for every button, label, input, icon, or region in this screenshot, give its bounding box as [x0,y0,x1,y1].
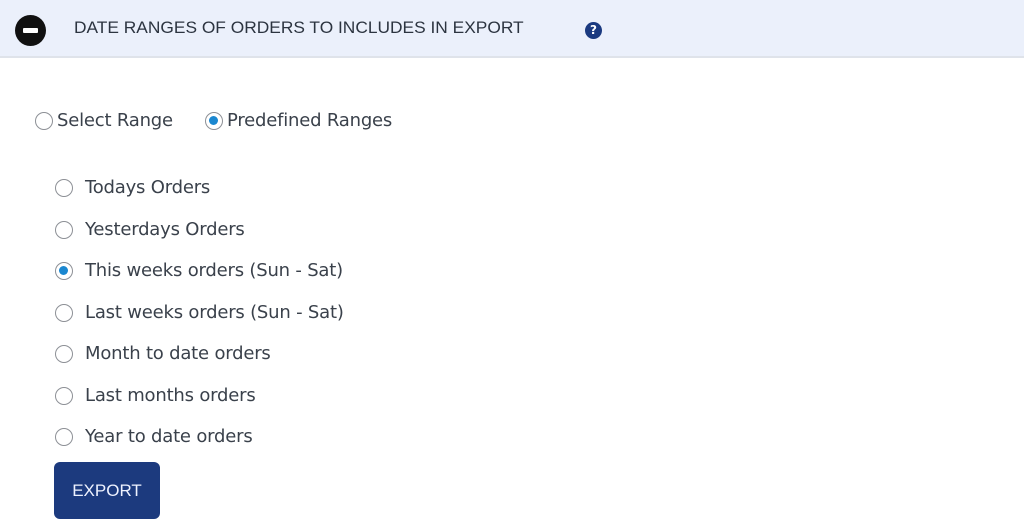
radio-predefined-ranges[interactable]: Predefined Ranges [205,110,392,131]
radio-yesterdays-orders[interactable]: Yesterdays Orders [55,219,245,240]
radio-last-weeks-orders[interactable]: Last weeks orders (Sun - Sat) [55,302,344,323]
radio-year-to-date-orders[interactable]: Year to date orders [55,426,253,447]
export-button[interactable]: EXPORT [54,462,160,519]
radio-button[interactable] [205,111,223,130]
radio-last-months-orders[interactable]: Last months orders [55,385,256,406]
radio-button[interactable] [55,303,73,322]
radio-label: Year to date orders [85,426,253,447]
radio-label: Last weeks orders (Sun - Sat) [85,302,344,323]
radio-label: Todays Orders [85,177,211,198]
radio-button[interactable] [55,427,73,446]
radio-button[interactable] [55,178,73,197]
section-title: DATE RANGES OF ORDERS TO INCLUDES IN EXP… [74,18,524,37]
section-header: DATE RANGES OF ORDERS TO INCLUDES IN EXP… [0,0,1024,58]
question-circle-icon[interactable]: ? [585,22,602,39]
radio-todays-orders[interactable]: Todays Orders [55,177,210,198]
radio-select-range[interactable]: Select Range [35,110,173,131]
minus-circle-icon[interactable] [15,15,46,46]
radio-button[interactable] [55,220,73,239]
radio-button[interactable] [55,261,73,280]
radio-button[interactable] [55,344,73,363]
radio-month-to-date-orders[interactable]: Month to date orders [55,343,271,364]
radio-label: Yesterdays Orders [85,219,245,240]
radio-label: Select Range [57,110,173,131]
radio-label: Predefined Ranges [227,110,393,131]
radio-label: Last months orders [85,385,256,406]
radio-this-weeks-orders[interactable]: This weeks orders (Sun - Sat) [55,260,343,281]
radio-label: Month to date orders [85,343,271,364]
radio-label: This weeks orders (Sun - Sat) [85,260,343,281]
radio-button[interactable] [55,386,73,405]
radio-button[interactable] [35,111,53,130]
